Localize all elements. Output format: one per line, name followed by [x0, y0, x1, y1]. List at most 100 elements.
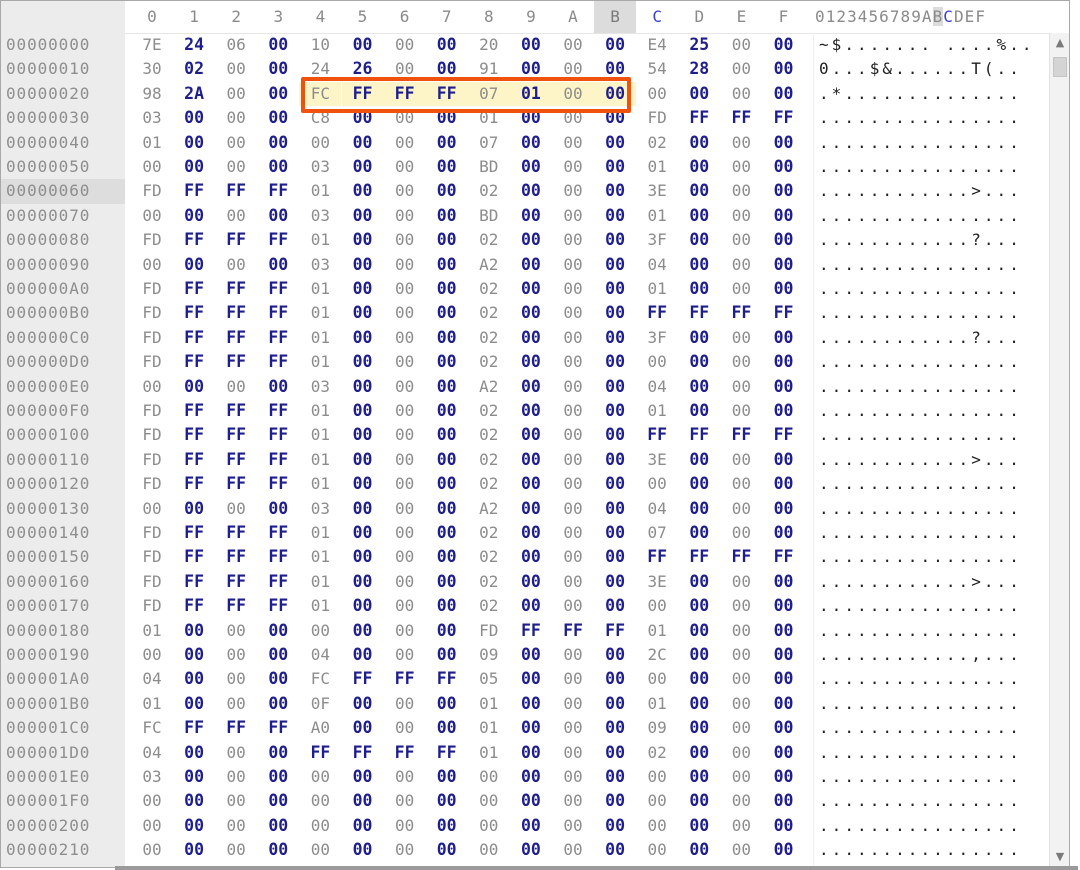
- byte-cell[interactable]: 00: [636, 814, 678, 838]
- hex-row[interactable]: 00000140 FD FF FF FF 01 00 00 00 02 00 00 00 07 00 00 00…: [1, 521, 1049, 545]
- byte-cell[interactable]: 00: [510, 497, 552, 521]
- byte-cell[interactable]: 00: [720, 277, 762, 301]
- byte-cell[interactable]: FF: [257, 545, 299, 569]
- hex-row[interactable]: 000000E0 00 00 00 00 03 00 00 00 A2 00 00 00 04 00 00 00…: [1, 375, 1049, 399]
- byte-cell[interactable]: 00: [552, 399, 594, 423]
- byte-cell[interactable]: 01: [299, 228, 341, 252]
- byte-cell[interactable]: 3F: [636, 228, 678, 252]
- byte-cell[interactable]: 00: [342, 350, 384, 374]
- hex-row[interactable]: 00000060 FD FF FF FF 01 00 00 00 02 00 00 00 3E 00 00 00…: [1, 179, 1049, 204]
- byte-cell[interactable]: 04: [636, 375, 678, 399]
- byte-cell[interactable]: 00: [426, 497, 468, 521]
- byte-cell[interactable]: 00: [384, 814, 426, 838]
- byte-cell[interactable]: 00: [342, 253, 384, 277]
- byte-cell[interactable]: 00: [173, 253, 215, 277]
- byte-cell[interactable]: 00: [384, 106, 426, 130]
- byte-cell[interactable]: 00: [552, 277, 594, 301]
- byte-cell[interactable]: 02: [468, 277, 510, 301]
- byte-cell[interactable]: 00: [384, 350, 426, 374]
- byte-cell[interactable]: FF: [678, 545, 720, 569]
- byte-cell[interactable]: FD: [131, 301, 173, 325]
- byte-cell[interactable]: 00: [426, 179, 468, 203]
- byte-cell[interactable]: 00: [510, 741, 552, 765]
- byte-cell[interactable]: E4: [636, 33, 678, 57]
- byte-cell[interactable]: 91: [468, 57, 510, 81]
- byte-cell[interactable]: 00: [594, 448, 636, 472]
- byte-cell[interactable]: 00: [594, 57, 636, 81]
- byte-cell[interactable]: 00: [763, 521, 805, 545]
- hex-row[interactable]: 00000090 00 00 00 00 03 00 00 00 A2 00 00 00 04 00 00 00…: [1, 253, 1049, 277]
- byte-cell[interactable]: 00: [215, 692, 257, 716]
- byte-cell[interactable]: 00: [594, 497, 636, 521]
- ascii-text[interactable]: ................: [819, 545, 1022, 569]
- byte-cell[interactable]: 00: [720, 326, 762, 350]
- byte-cell[interactable]: 00: [384, 423, 426, 447]
- byte-cell[interactable]: 00: [594, 789, 636, 813]
- byte-cell[interactable]: 00: [594, 814, 636, 838]
- byte-cell[interactable]: 00: [299, 131, 341, 155]
- byte-cell[interactable]: 00: [173, 814, 215, 838]
- byte-cell[interactable]: 00: [426, 399, 468, 423]
- byte-cell[interactable]: FF: [257, 570, 299, 594]
- hex-row[interactable]: 000001A0 04 00 00 00 FC FF FF FF 05 00 00 00 00 00 00 00…: [1, 667, 1049, 691]
- byte-cell[interactable]: 00: [384, 619, 426, 643]
- byte-cell[interactable]: 00: [510, 521, 552, 545]
- byte-cell[interactable]: 00: [299, 814, 341, 838]
- byte-cell[interactable]: 04: [299, 643, 341, 667]
- byte-cell[interactable]: 03: [131, 106, 173, 130]
- byte-cell[interactable]: FF: [257, 399, 299, 423]
- byte-cell[interactable]: 00: [384, 204, 426, 228]
- byte-cell[interactable]: 00: [510, 57, 552, 81]
- byte-cell[interactable]: 00: [510, 350, 552, 374]
- byte-cell[interactable]: 00: [257, 204, 299, 228]
- byte-cell[interactable]: 00: [678, 789, 720, 813]
- byte-cell[interactable]: 00: [636, 82, 678, 106]
- byte-cell[interactable]: 00: [257, 155, 299, 179]
- byte-cell[interactable]: 00: [257, 497, 299, 521]
- byte-cell[interactable]: FF: [173, 301, 215, 325]
- byte-cell[interactable]: 00: [342, 277, 384, 301]
- byte-cell[interactable]: 00: [510, 594, 552, 618]
- byte-cell[interactable]: 00: [720, 667, 762, 691]
- byte-cell[interactable]: 00: [384, 399, 426, 423]
- byte-cell[interactable]: 00: [594, 423, 636, 447]
- byte-cell[interactable]: 00: [468, 838, 510, 862]
- byte-cell[interactable]: 00: [384, 545, 426, 569]
- byte-cell[interactable]: 00: [173, 619, 215, 643]
- byte-cell[interactable]: FF: [215, 716, 257, 740]
- byte-cell[interactable]: 00: [215, 765, 257, 789]
- byte-cell[interactable]: 00: [342, 375, 384, 399]
- hex-row[interactable]: 00000020 98 2A 00 00 FC FF FF FF 07 01 00 00 00 00 00 00…: [1, 81, 1049, 107]
- byte-cell[interactable]: 00: [678, 814, 720, 838]
- byte-cell[interactable]: 00: [678, 716, 720, 740]
- byte-cell[interactable]: 00: [426, 204, 468, 228]
- byte-cell[interactable]: 01: [636, 399, 678, 423]
- byte-cell[interactable]: 00: [215, 155, 257, 179]
- byte-cell[interactable]: 02: [173, 57, 215, 81]
- byte-cell[interactable]: 03: [299, 155, 341, 179]
- byte-cell[interactable]: 00: [299, 619, 341, 643]
- byte-cell[interactable]: 02: [468, 570, 510, 594]
- byte-cell[interactable]: 00: [510, 423, 552, 447]
- byte-cell[interactable]: FF: [173, 350, 215, 374]
- byte-cell[interactable]: 00: [173, 643, 215, 667]
- byte-cell[interactable]: 00: [426, 301, 468, 325]
- byte-cell[interactable]: FC: [299, 667, 341, 691]
- byte-cell[interactable]: 00: [426, 326, 468, 350]
- byte-cell[interactable]: FD: [636, 106, 678, 130]
- byte-cell[interactable]: FF: [173, 594, 215, 618]
- byte-cell[interactable]: 00: [594, 692, 636, 716]
- byte-cell[interactable]: 00: [763, 741, 805, 765]
- hex-row[interactable]: 00000190 00 00 00 00 04 00 00 00 09 00 00 00 2C 00 00 00…: [1, 643, 1049, 667]
- hex-row[interactable]: 000001F0 00 00 00 00 00 00 00 00 00 00 00 00 00 00 00 00…: [1, 789, 1049, 813]
- byte-cell[interactable]: 00: [342, 423, 384, 447]
- ascii-text[interactable]: .*..............: [819, 82, 1022, 106]
- byte-cell[interactable]: 00: [552, 81, 594, 107]
- byte-cell[interactable]: 25: [678, 33, 720, 57]
- ascii-text[interactable]: ............?...: [819, 326, 1022, 350]
- byte-cell[interactable]: 00: [510, 253, 552, 277]
- byte-cell[interactable]: 09: [636, 716, 678, 740]
- byte-cell[interactable]: 00: [552, 179, 594, 203]
- byte-cell[interactable]: 00: [594, 594, 636, 618]
- byte-cell[interactable]: 00: [594, 81, 637, 107]
